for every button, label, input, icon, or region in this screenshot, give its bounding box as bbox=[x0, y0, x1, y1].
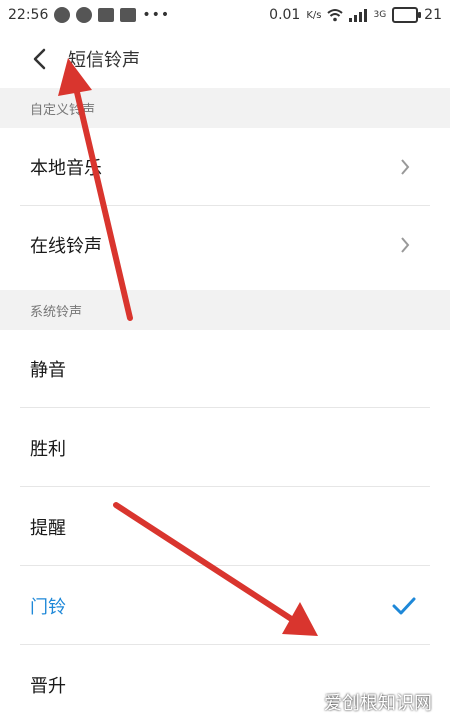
status-time: 22:56 bbox=[8, 7, 49, 23]
mail-icon bbox=[120, 8, 137, 22]
network-type: 3G bbox=[373, 10, 387, 20]
back-arrow-icon bbox=[33, 48, 46, 70]
net-speed-unit: K/s bbox=[306, 9, 322, 21]
signal-icon bbox=[349, 8, 368, 22]
header: 短信铃声 bbox=[0, 30, 450, 88]
divider bbox=[20, 486, 430, 487]
more-notifications-icon: ••• bbox=[142, 7, 171, 23]
section-system-ringtones: 系统铃声 bbox=[0, 290, 450, 330]
row-ringtone-silent[interactable]: 静音 bbox=[0, 330, 450, 408]
watermark: 爱创根知识网 bbox=[324, 693, 432, 714]
row-ringtone-reminder[interactable]: 提醒 bbox=[0, 488, 450, 566]
back-button[interactable] bbox=[20, 39, 60, 79]
wifi-icon bbox=[327, 9, 344, 22]
page-title: 短信铃声 bbox=[68, 50, 140, 71]
row-label: 胜利 bbox=[30, 439, 66, 460]
status-bar: 22:56 ••• 0.01 K/s 3G 21 bbox=[0, 0, 450, 30]
row-local-music[interactable]: 本地音乐 bbox=[0, 128, 450, 206]
row-label: 本地音乐 bbox=[30, 158, 102, 179]
chevron-right-icon bbox=[401, 237, 410, 253]
app-icon bbox=[98, 8, 115, 22]
row-label: 在线铃声 bbox=[30, 236, 102, 257]
row-label: 静音 bbox=[30, 360, 66, 381]
battery-icon bbox=[392, 7, 422, 23]
row-online-ringtones[interactable]: 在线铃声 bbox=[0, 206, 450, 284]
divider bbox=[20, 644, 430, 645]
net-speed: 0.01 bbox=[269, 7, 301, 23]
divider bbox=[20, 407, 430, 408]
chevron-right-icon bbox=[401, 159, 410, 175]
row-label: 提醒 bbox=[30, 518, 66, 539]
row-ringtone-doorbell[interactable]: 门铃 bbox=[0, 567, 450, 645]
battery-level: 21 bbox=[424, 7, 442, 23]
row-label-selected: 门铃 bbox=[30, 597, 66, 618]
section-custom-ringtones: 自定义铃声 bbox=[0, 88, 450, 128]
divider bbox=[20, 565, 430, 566]
row-ringtone-victory[interactable]: 胜利 bbox=[0, 409, 450, 487]
check-icon bbox=[392, 597, 416, 615]
k-app-icon bbox=[76, 7, 93, 23]
row-label: 晋升 bbox=[30, 676, 66, 697]
message-icon bbox=[54, 7, 71, 23]
